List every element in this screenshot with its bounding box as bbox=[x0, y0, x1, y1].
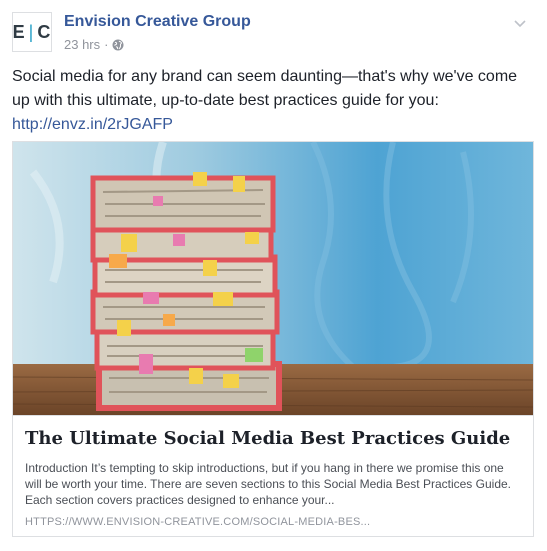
post-message: Social media for any brand can seem daun… bbox=[12, 68, 518, 109]
post-shortlink[interactable]: http://envz.in/2rJGAFP bbox=[12, 113, 532, 137]
avatar[interactable]: E | C bbox=[12, 12, 52, 52]
post-meta: 23 hrs · bbox=[64, 37, 124, 52]
card-title[interactable]: The Ultimate Social Media Best Practices… bbox=[25, 428, 521, 449]
card-body: The Ultimate Social Media Best Practices… bbox=[13, 415, 533, 536]
facebook-post: E | C Envision Creative Group 23 hrs · Soc… bbox=[0, 0, 547, 551]
avatar-letter-e: E bbox=[12, 21, 26, 42]
link-preview-card[interactable]: The Ultimate Social Media Best Practices… bbox=[12, 141, 534, 537]
post-header: E | C Envision Creative Group 23 hrs · bbox=[12, 12, 535, 56]
card-description: Introduction It’s tempting to skip intro… bbox=[25, 461, 511, 507]
card-domain: HTTPS://WWW.ENVISION-CREATIVE.COM/SOCIAL… bbox=[25, 516, 371, 528]
avatar-letter-c: C bbox=[37, 21, 52, 42]
globe-icon bbox=[112, 39, 124, 51]
card-image[interactable] bbox=[13, 142, 533, 415]
chevron-down-icon[interactable] bbox=[513, 16, 527, 30]
post-body: Social media for any brand can seem daun… bbox=[12, 65, 532, 137]
post-timestamp[interactable]: 23 hrs bbox=[64, 37, 100, 52]
page-name-link[interactable]: Envision Creative Group bbox=[64, 13, 251, 31]
meta-separator: · bbox=[104, 37, 109, 52]
